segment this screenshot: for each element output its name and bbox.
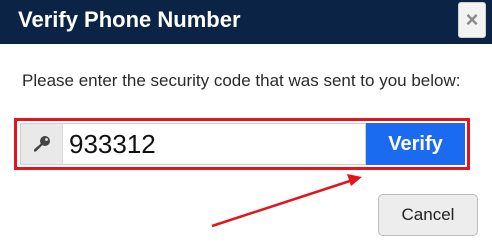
close-button[interactable]: ×: [458, 2, 486, 38]
verify-phone-dialog: Verify Phone Number × Please enter the s…: [0, 0, 492, 252]
dialog-header: Verify Phone Number ×: [0, 0, 492, 44]
instructions-text: Please enter the security code that was …: [22, 71, 461, 90]
code-input-group: Verify: [20, 123, 465, 165]
key-addon: [20, 123, 62, 165]
dialog-title: Verify Phone Number: [18, 7, 241, 32]
cancel-button[interactable]: Cancel: [378, 194, 478, 236]
security-code-input[interactable]: [62, 123, 366, 165]
verify-button[interactable]: Verify: [366, 123, 465, 165]
key-icon: [33, 136, 50, 152]
